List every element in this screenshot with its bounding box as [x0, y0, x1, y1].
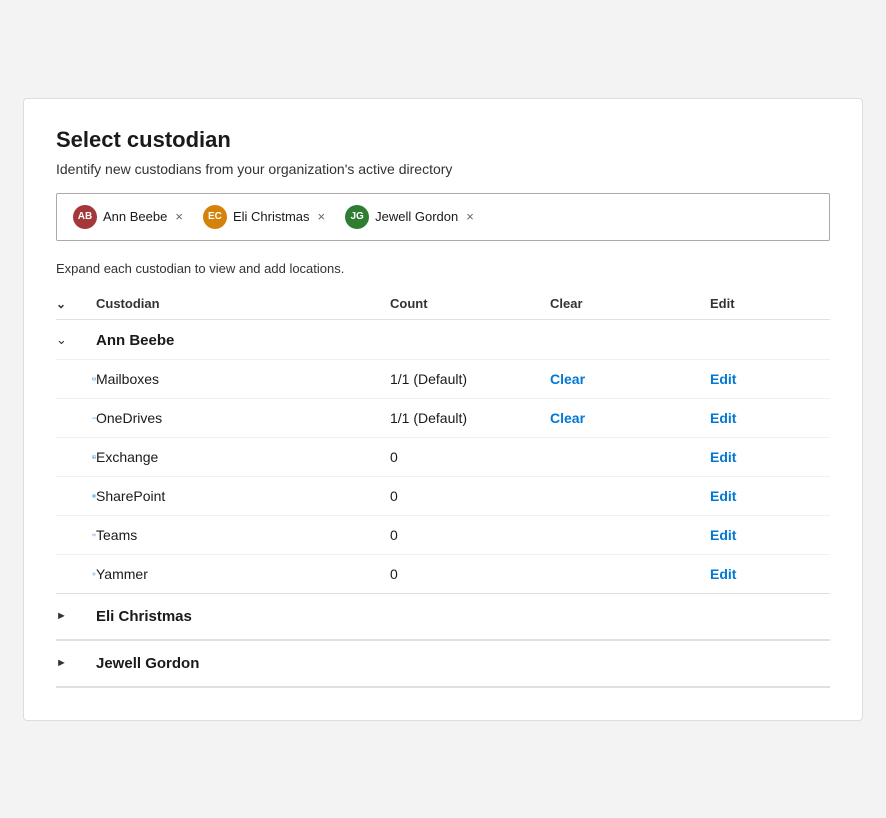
row-clear-mailboxes[interactable]: Clear — [550, 371, 710, 387]
data-row-exchange: Ex Exchange 0 Edit — [56, 437, 830, 476]
data-row-mailboxes: Mailboxes 1/1 (Default) Clear Edit — [56, 359, 830, 398]
row-icon-onedrives — [56, 409, 96, 427]
row-icon-yammer — [56, 565, 96, 583]
tag-close-ann-beebe[interactable]: × — [173, 209, 185, 224]
custodian-row-ann-beebe: ⌄ Ann Beebe — [56, 320, 830, 359]
row-count-mailboxes: 1/1 (Default) — [390, 371, 550, 387]
row-count-onedrives: 1/1 (Default) — [390, 410, 550, 426]
row-edit-mailboxes[interactable]: Edit — [710, 371, 830, 387]
custodian-section-ann-beebe: ⌄ Ann Beebe Mailboxes 1/1 (Default) Clea… — [56, 320, 830, 594]
tag-avatar-ann-beebe: AB — [73, 205, 97, 229]
custodian-section-eli-christmas: ► Eli Christmas — [56, 594, 830, 641]
tag-eli-christmas: EC Eli Christmas × — [197, 202, 333, 232]
row-label-teams: Teams — [96, 527, 390, 543]
page-subtitle: Identify new custodians from your organi… — [56, 161, 830, 177]
header-clear: Clear — [550, 296, 710, 311]
table-header: ⌄ Custodian Count Clear Edit — [56, 290, 830, 320]
custodian-collapsed-eli-christmas: ► Eli Christmas — [56, 594, 830, 640]
row-edit-exchange[interactable]: Edit — [710, 449, 830, 465]
collapse-all-icon[interactable]: ⌄ — [56, 297, 66, 311]
header-edit: Edit — [710, 296, 830, 311]
row-label-sharepoint: SharePoint — [96, 488, 390, 504]
expand-icon-jewell-gordon[interactable]: ► — [56, 657, 96, 669]
row-edit-onedrives[interactable]: Edit — [710, 410, 830, 426]
row-edit-yammer[interactable]: Edit — [710, 566, 830, 582]
data-row-onedrives: OneDrives 1/1 (Default) Clear Edit — [56, 398, 830, 437]
custodian-name-jewell-gordon: Jewell Gordon — [96, 655, 830, 672]
row-edit-teams[interactable]: Edit — [710, 527, 830, 543]
tag-name-jewell-gordon: Jewell Gordon — [375, 209, 458, 224]
row-label-mailboxes: Mailboxes — [96, 371, 390, 387]
data-row-teams: Teams 0 Edit — [56, 515, 830, 554]
custodian-section-jewell-gordon: ► Jewell Gordon — [56, 641, 830, 688]
row-count-yammer: 0 — [390, 566, 550, 582]
tag-avatar-jewell-gordon: JG — [345, 205, 369, 229]
row-icon-sharepoint — [56, 487, 96, 505]
select-custodian-panel: Select custodian Identify new custodians… — [23, 98, 863, 721]
header-expand: ⌄ — [56, 296, 96, 311]
row-count-exchange: 0 — [390, 449, 550, 465]
row-label-onedrives: OneDrives — [96, 410, 390, 426]
expand-instructions: Expand each custodian to view and add lo… — [56, 261, 830, 276]
expand-icon-eli-christmas[interactable]: ► — [56, 610, 96, 622]
custodians-container: ⌄ Ann Beebe Mailboxes 1/1 (Default) Clea… — [56, 320, 830, 688]
header-count: Count — [390, 296, 550, 311]
tag-avatar-eli-christmas: EC — [203, 205, 227, 229]
row-count-teams: 0 — [390, 527, 550, 543]
page-title: Select custodian — [56, 127, 830, 153]
tag-close-jewell-gordon[interactable]: × — [464, 209, 476, 224]
custodian-name-eli-christmas: Eli Christmas — [96, 608, 830, 625]
tag-ann-beebe: AB Ann Beebe × — [67, 202, 191, 232]
data-row-yammer: Yammer 0 Edit — [56, 554, 830, 593]
row-icon-teams — [56, 526, 96, 544]
custodian-collapsed-jewell-gordon: ► Jewell Gordon — [56, 641, 830, 687]
tag-jewell-gordon: JG Jewell Gordon × — [339, 202, 482, 232]
tag-name-eli-christmas: Eli Christmas — [233, 209, 310, 224]
row-icon-exchange: Ex — [56, 448, 96, 466]
row-count-sharepoint: 0 — [390, 488, 550, 504]
row-label-yammer: Yammer — [96, 566, 390, 582]
data-row-sharepoint: SharePoint 0 Edit — [56, 476, 830, 515]
header-custodian: Custodian — [96, 296, 390, 311]
row-label-exchange: Exchange — [96, 449, 390, 465]
row-edit-sharepoint[interactable]: Edit — [710, 488, 830, 504]
custodian-name-ann-beebe: Ann Beebe — [96, 332, 390, 349]
custodian-search-input[interactable]: AB Ann Beebe × EC Eli Christmas × JG Jew… — [56, 193, 830, 241]
row-icon-mailboxes — [56, 370, 96, 388]
collapse-icon-ann-beebe[interactable]: ⌄ — [56, 332, 96, 348]
tag-close-eli-christmas[interactable]: × — [316, 209, 328, 224]
row-clear-onedrives[interactable]: Clear — [550, 410, 710, 426]
tag-name-ann-beebe: Ann Beebe — [103, 209, 167, 224]
